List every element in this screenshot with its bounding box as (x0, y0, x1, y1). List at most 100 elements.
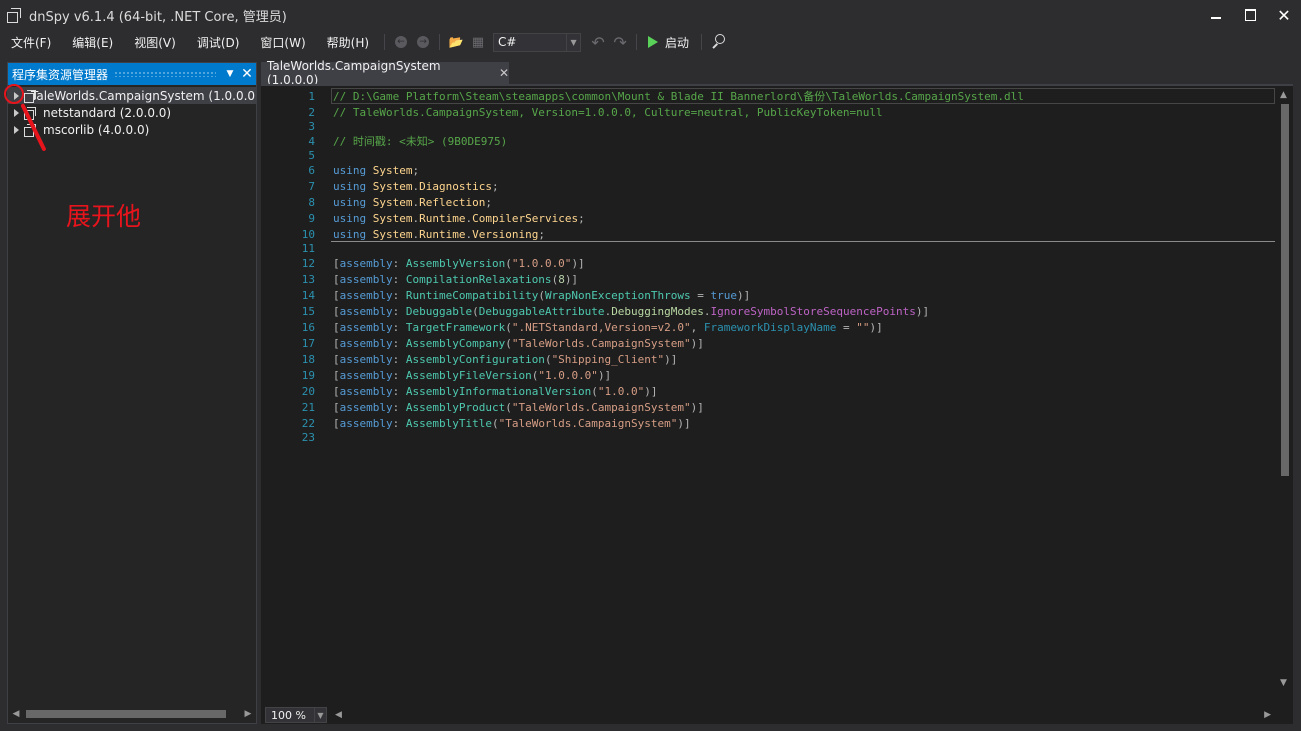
save-button[interactable]: ▦ (467, 31, 489, 53)
tree-item-label: netstandard (2.0.0.0) (43, 105, 172, 120)
menu-help[interactable]: 帮助(H) (316, 34, 379, 51)
attribute-name: AssemblyConfiguration (405, 352, 545, 366)
line-number: 10 (301, 227, 315, 241)
line-number: 9 (308, 211, 315, 225)
zoom-level[interactable]: 100 % (265, 707, 315, 723)
menu-window[interactable]: 窗口(W) (249, 34, 315, 51)
tab-label: TaleWorlds.CampaignSystem (1.0.0.0) (267, 59, 441, 87)
tab-close-icon[interactable]: ✕ (499, 66, 509, 80)
start-button[interactable]: 启动 (648, 34, 689, 51)
string-literal: "1.0.0" (597, 384, 645, 398)
language-select[interactable]: C# ▼ (493, 32, 582, 52)
line-number: 19 (301, 368, 315, 382)
scroll-thumb[interactable] (1281, 104, 1289, 476)
toolbar-separator (384, 34, 386, 50)
property-name: FrameworkDisplayName (703, 320, 837, 334)
expand-arrow-icon[interactable] (14, 125, 19, 134)
code-line: 8 using System.Reflection; (261, 194, 1277, 210)
line-number: 15 (301, 304, 315, 318)
document-tab[interactable]: TaleWorlds.CampaignSystem (1.0.0.0) ✕ (261, 59, 509, 87)
current-line-highlight (331, 88, 1275, 104)
redo-icon: ↷ (613, 32, 627, 52)
menu-view[interactable]: 视图(V) (123, 34, 186, 51)
search-icon[interactable] (709, 31, 731, 53)
panel-close-icon[interactable]: ✕ (238, 66, 256, 82)
keyword: assembly (339, 256, 393, 270)
code-line: 18 [assembly: AssemblyConfiguration("Ship… (261, 351, 1277, 367)
namespace: System (372, 227, 413, 241)
namespace: System (372, 195, 413, 209)
line-number: 4 (308, 134, 315, 148)
keyword: assembly (339, 384, 393, 398)
string-literal: "1.0.0.0" (511, 256, 572, 270)
tree-item-mscorlib[interactable]: mscorlib (4.0.0.0) (8, 121, 256, 138)
panel-dropdown-icon[interactable]: ▼ (222, 69, 238, 79)
tree-item-taleworlds[interactable]: TaleWorlds.CampaignSystem (1.0.0.0) (8, 87, 256, 104)
code-line: 10 using System.Runtime.Versioning; (261, 226, 1277, 242)
menu-file[interactable]: 文件(F) (0, 34, 61, 51)
line-number: 18 (301, 352, 315, 366)
string-literal: "1.0.0.0" (538, 368, 598, 382)
forward-icon: → (417, 36, 430, 48)
undo-button[interactable]: ↶ (587, 31, 609, 53)
panel-horizontal-scrollbar[interactable]: ◀ ▶ (8, 705, 256, 723)
annotation-circle (4, 84, 24, 104)
editor-vertical-scrollbar[interactable]: ▲ ▼ (1277, 86, 1293, 706)
code-line: 15 [assembly: Debuggable(DebuggableAttrib… (261, 303, 1277, 319)
using-separator-line (331, 241, 1275, 242)
scroll-left-icon[interactable]: ◀ (335, 710, 342, 720)
maximize-button[interactable] (1233, 0, 1267, 30)
attribute-name: Debuggable (405, 304, 473, 318)
string-literal: "TaleWorlds.CampaignSystem" (511, 336, 691, 350)
keyword: assembly (339, 400, 393, 414)
keyword: assembly (339, 352, 393, 366)
code-area[interactable]: 1// D:\Game Platform\Steam\steamapps\com… (261, 88, 1277, 702)
assembly-tree: TaleWorlds.CampaignSystem (1.0.0.0) nets… (8, 85, 256, 138)
code-line: 21 [assembly: AssemblyProduct("TaleWorlds… (261, 399, 1277, 415)
namespace: CompilerServices (472, 211, 579, 225)
toolbar-separator (439, 34, 441, 50)
code-line: 4 // 时间戳: <未知> (9B0DE975) (261, 133, 1277, 149)
line-number: 7 (308, 179, 315, 193)
tree-item-label: mscorlib (4.0.0.0) (43, 122, 150, 137)
keyword: using (333, 163, 367, 177)
menu-edit[interactable]: 编辑(E) (61, 34, 123, 51)
menu-debug[interactable]: 调试(D) (186, 34, 250, 51)
string-literal: "TaleWorlds.CampaignSystem" (498, 416, 678, 430)
attribute-name: AssemblyVersion (405, 256, 506, 270)
scroll-right-icon[interactable]: ▶ (1264, 710, 1271, 720)
keyword: assembly (339, 304, 393, 318)
play-icon (648, 36, 659, 48)
redo-button[interactable]: ↷ (609, 31, 631, 53)
keyword: assembly (339, 416, 393, 430)
scroll-up-icon[interactable]: ▲ (1280, 90, 1287, 100)
tree-item-netstandard[interactable]: netstandard (2.0.0.0) (8, 104, 256, 121)
scroll-left-icon[interactable]: ◀ (8, 709, 24, 719)
code-line: 20 [assembly: AssemblyInformationalVersio… (261, 383, 1277, 399)
keyword: assembly (339, 288, 393, 302)
panel-grip[interactable] (114, 71, 216, 77)
scroll-down-icon[interactable]: ▼ (1280, 678, 1287, 688)
close-button[interactable]: ✕ (1267, 0, 1301, 30)
open-button[interactable]: 📂 (445, 31, 467, 53)
back-button[interactable]: ← (390, 31, 412, 53)
line-number: 17 (301, 336, 315, 350)
scroll-right-icon[interactable]: ▶ (240, 709, 256, 719)
line-number: 2 (308, 105, 315, 119)
code-text: // TaleWorlds.CampaignSystem, Version=1.… (333, 105, 883, 119)
code-editor[interactable]: 1// D:\Game Platform\Steam\steamapps\com… (261, 86, 1293, 724)
namespace: System (372, 179, 413, 193)
undo-icon: ↶ (591, 32, 605, 52)
attribute-name: AssemblyTitle (405, 416, 492, 430)
forward-button[interactable]: → (412, 31, 434, 53)
scroll-thumb[interactable] (26, 710, 226, 718)
scroll-track[interactable] (24, 710, 240, 718)
type-name: DebuggingModes (611, 304, 704, 318)
keyword: assembly (339, 336, 393, 350)
toolbar-separator (636, 34, 638, 50)
panel-title: 程序集资源管理器 (12, 67, 109, 82)
minimize-button[interactable] (1199, 0, 1233, 30)
chevron-down-icon[interactable]: ▼ (315, 707, 327, 723)
code-line: 12 [assembly: AssemblyVersion("1.0.0.0")] (261, 255, 1277, 271)
expand-arrow-icon[interactable] (14, 108, 19, 117)
